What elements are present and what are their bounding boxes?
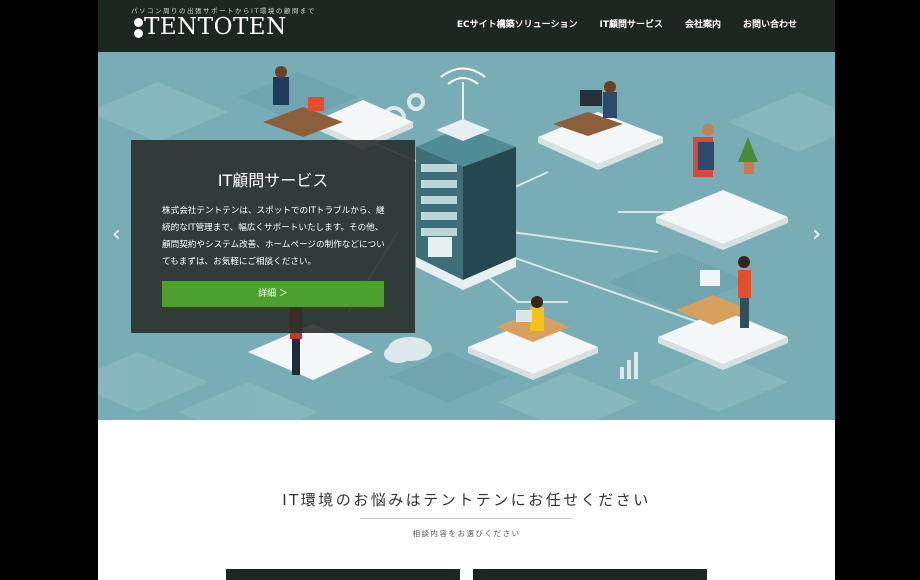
main-nav: ECサイト構築ソリューション IT顧問サービス 会社案内 お問い合わせ [457,17,797,30]
hero-card: IT顧問サービス 株式会社テントテンは、スポットでのITトラブルから、継続的なI… [131,140,415,333]
logo-text: TENTOTEN [144,14,287,40]
logo-mark-icon [134,16,143,40]
hero-card-title: IT顧問サービス [217,171,329,190]
section-subtitle: 相談内容をお選びください [412,529,521,538]
service-card-2[interactable] [473,569,707,580]
section-title: IT環境のお悩みはテントテンにお任せください [282,491,651,509]
section-divider [360,518,572,519]
slider-next-icon[interactable]: › [812,224,821,246]
site-logo[interactable]: TENTOTEN [134,13,287,41]
details-button[interactable]: 詳細 ＞ [162,281,384,307]
nav-company[interactable]: 会社案内 [685,17,721,30]
nav-contact[interactable]: お問い合わせ [743,17,797,30]
site-header: パソコン周りの出張サポートからIT環境の顧問まで TENTOTEN ECサイト構… [98,0,835,52]
page: パソコン周りの出張サポートからIT環境の顧問まで TENTOTEN ECサイト構… [98,0,835,580]
nav-it-advisory[interactable]: IT顧問サービス [599,17,663,30]
service-card-1[interactable] [226,569,460,580]
slider-prev-icon[interactable]: ‹ [112,224,121,246]
hero-slider: ‹ › IT顧問サービス 株式会社テントテンは、スポットでのITトラブルから、継… [98,52,835,420]
hero-card-body: 株式会社テントテンは、スポットでのITトラブルから、継続的なIT管理まで、幅広く… [162,206,385,267]
nav-ec-solution[interactable]: ECサイト構築ソリューション [457,17,578,30]
